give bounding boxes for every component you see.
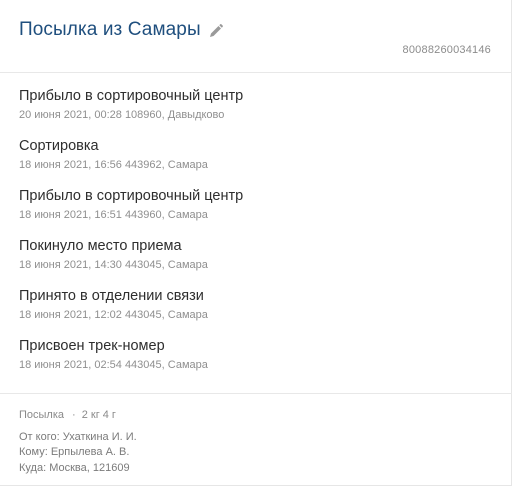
tracking-event[interactable]: Прибыло в сортировочный центр 18 июня 20… bbox=[19, 188, 489, 238]
package-weight: 2 кг 4 г bbox=[81, 409, 116, 421]
tracking-event[interactable]: Присвоен трек-номер 18 июня 2021, 02:54 … bbox=[19, 338, 489, 388]
event-meta: 18 июня 2021, 12:02 443045, Самара bbox=[19, 309, 208, 321]
event-status: Принято в отделении связи bbox=[19, 288, 204, 304]
event-meta: 18 июня 2021, 14:30 443045, Самара bbox=[19, 259, 208, 271]
recipient: Кому: Ерпылева А. В. bbox=[19, 446, 130, 458]
event-status: Сортировка bbox=[19, 138, 99, 154]
event-meta: 20 июня 2021, 00:28 108960, Давыдково bbox=[19, 109, 225, 121]
event-meta: 18 июня 2021, 16:51 443960, Самара bbox=[19, 209, 208, 221]
parcel-header: Посылка из Самары 80088260034146 bbox=[0, 0, 511, 72]
track-number: 80088260034146 bbox=[402, 44, 491, 56]
event-status: Покинуло место приема bbox=[19, 238, 182, 254]
sender: От кого: Ухаткина И. И. bbox=[19, 430, 137, 443]
package-info: Посылка · 2 кг 4 г bbox=[19, 408, 489, 424]
tracking-events: Прибыло в сортировочный центр 20 июня 20… bbox=[19, 88, 489, 388]
divider bbox=[0, 72, 512, 73]
parcel-card: Посылка из Самары 80088260034146 Прибыло… bbox=[0, 0, 512, 486]
event-status: Присвоен трек-номер bbox=[19, 338, 165, 354]
parcel-details: Посылка · 2 кг 4 г От кого: Ухаткина И. И.… bbox=[19, 408, 489, 476]
destination: Куда: Москва, 121609 bbox=[19, 461, 130, 474]
tracking-event[interactable]: Покинуло место приема 18 июня 2021, 14:3… bbox=[19, 238, 489, 288]
package-type: Посылка bbox=[19, 409, 65, 421]
tracking-event[interactable]: Прибыло в сортировочный центр 20 июня 20… bbox=[19, 88, 489, 138]
event-status: Прибыло в сортировочный центр bbox=[19, 188, 244, 204]
tracking-event[interactable]: Сортировка 18 июня 2021, 16:56 443962, С… bbox=[19, 138, 489, 188]
pencil-icon[interactable] bbox=[208, 23, 224, 39]
event-status: Прибыло в сортировочный центр bbox=[19, 88, 244, 104]
divider bbox=[0, 393, 512, 394]
tracking-event[interactable]: Принято в отделении связи 18 июня 2021, … bbox=[19, 288, 489, 338]
event-meta: 18 июня 2021, 16:56 443962, Самара bbox=[19, 159, 208, 171]
title-row: Посылка из Самары bbox=[19, 19, 224, 41]
parcel-title[interactable]: Посылка из Самары bbox=[19, 19, 201, 41]
separator-dot: · bbox=[72, 409, 76, 421]
event-meta: 18 июня 2021, 02:54 443045, Самара bbox=[19, 359, 208, 371]
